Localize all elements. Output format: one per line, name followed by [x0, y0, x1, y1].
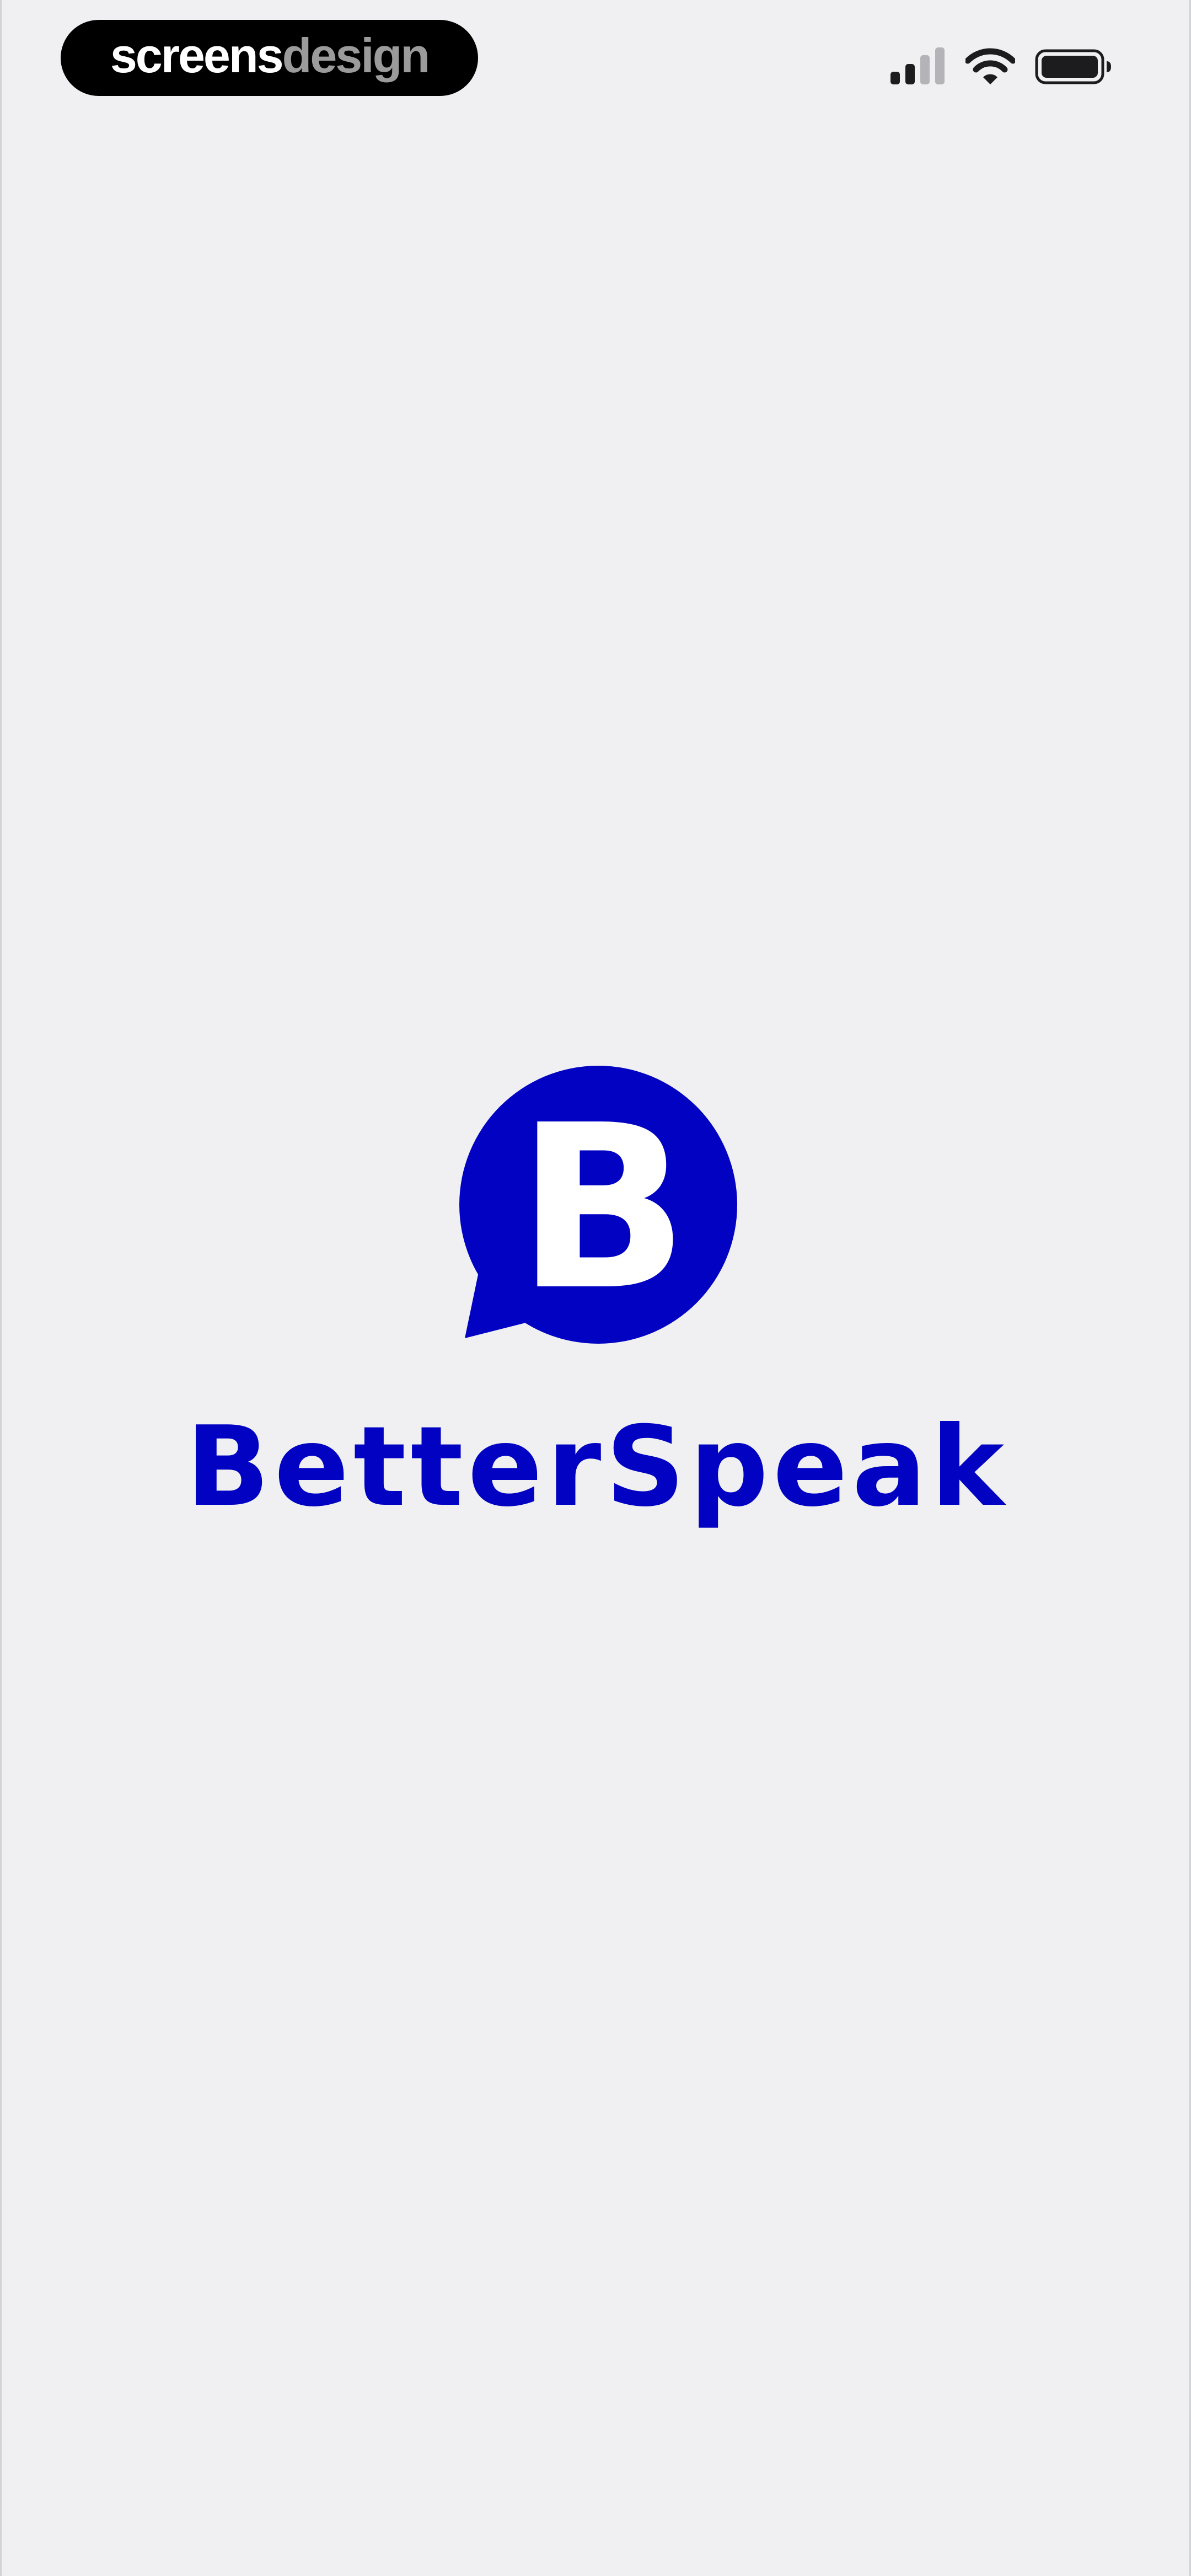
status-bar	[890, 47, 1112, 86]
app-logo: B	[454, 1063, 741, 1350]
watermark-part-screens: screens	[110, 28, 284, 83]
screensdesign-watermark: screens design	[61, 20, 478, 96]
cellular-signal-icon	[890, 47, 946, 86]
splash-screen: screens design B BetterSpeak	[0, 0, 1191, 2576]
app-name: BetterSpeak	[185, 1403, 1009, 1531]
battery-icon	[1035, 47, 1112, 86]
logo-letter: B	[517, 1076, 689, 1340]
wifi-icon	[965, 47, 1015, 86]
watermark-part-design: design	[282, 28, 431, 83]
